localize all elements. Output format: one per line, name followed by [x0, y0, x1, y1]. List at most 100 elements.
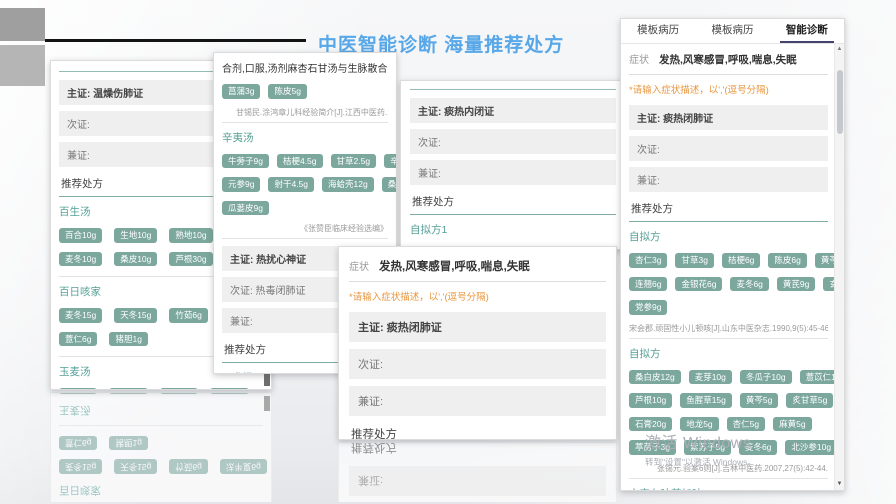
herb-button[interactable]: 黄芪9g [777, 277, 815, 292]
symptom-input[interactable]: 发热,风寒感冒,呼吸,喘息,失眠 [659, 54, 797, 66]
herb-row: 菖蒲3g 陈皮5g [222, 82, 388, 106]
reflection-front-window: 症状发热,风寒感冒,呼吸,喘息,失眠 *请输入症状描述，以','(逗号分隔) 主… [338, 442, 617, 502]
citation-text: 甘锡民.涂鸿章儿科经验简介[J].江西中医药.1994,25(3):146. [222, 107, 388, 118]
symptom-label: 症状 [629, 55, 649, 66]
herb-button[interactable]: 连翘6g [629, 277, 667, 292]
herb-button[interactable]: 石膏20g [629, 417, 672, 432]
secondary-syndrome-field: 次证: [410, 129, 616, 154]
herb-button[interactable]: 金银花6g [675, 277, 722, 292]
secondary-syndrome-field: 次证: [349, 349, 606, 379]
herb-button[interactable]: 麦冬10g [59, 252, 102, 267]
decor-black-line [45, 39, 306, 42]
input-hint-text: *请输入症状描述，以','(逗号分隔) [629, 82, 828, 96]
citation-text: 张锡元.验案6则[J].吉林中医药.2007,27(5):42-44. [629, 463, 828, 474]
recommend-heading: 推荐处方 [349, 423, 606, 440]
herb-button[interactable]: 麦冬6g [730, 277, 768, 292]
window-diagnosis-front: 症状发热,风寒感冒,呼吸,喘息,失眠 *请输入症状描述，以','(逗号分隔) 主… [338, 246, 617, 440]
herb-button[interactable]: 地龙5g [680, 417, 718, 432]
herb-button[interactable]: 麦冬3g [109, 388, 147, 390]
herb-button[interactable]: 瓜蒌皮9g [222, 201, 269, 216]
herb-button[interactable]: 党参9g [629, 300, 667, 315]
herb-button[interactable]: 杏仁5g [727, 417, 765, 432]
herb-button[interactable]: 百合10g [59, 228, 102, 243]
herb-button[interactable]: 天冬15g [114, 308, 157, 323]
prescription-name: 六安七味煎加味 [629, 486, 828, 492]
divider [410, 89, 616, 90]
herb-button[interactable]: 桑皮10g [114, 252, 157, 267]
herb-button[interactable]: 陈皮5g [268, 84, 306, 99]
herb-button[interactable]: 牛蒡子9g [222, 154, 269, 169]
scrollbar-thumb[interactable] [837, 70, 843, 134]
herb-button[interactable]: 炙甘草5g [786, 393, 833, 408]
secondary-syndrome-field: 次证: [629, 136, 828, 161]
herb-button[interactable]: 辛夷4.5g [384, 154, 397, 169]
symptom-row: 症状发热,风寒感冒,呼吸,喘息,失眠 [629, 48, 828, 75]
herb-button[interactable]: 玉竹6g [59, 388, 97, 390]
herb-button[interactable]: 北沙参10g [785, 440, 837, 455]
herb-button[interactable]: 麦冬15g [59, 308, 102, 323]
main-syndrome-field: 主证: 痰热闭肺证 [349, 312, 606, 342]
herb-row: 连翘6g金银花6g麦冬6g黄芪9g玄参9g [629, 275, 828, 299]
divider [222, 122, 388, 123]
concurrent-syndrome-field: 兼证: [349, 386, 606, 416]
concurrent-syndrome-field: 兼证: [410, 160, 616, 185]
herb-button[interactable]: 甘草2.5g [331, 154, 377, 169]
herb-button[interactable]: 葶苈子3g [629, 440, 676, 455]
tab-template-record-1[interactable]: 模板病历 [621, 19, 695, 43]
recommend-heading: 推荐处方 [410, 191, 616, 215]
herb-button[interactable]: 芦根30g [169, 252, 212, 267]
herb-row: 玉竹6g 麦冬3g 知母3g 黄连1g [59, 386, 263, 390]
herb-row: 元参9g射干4.5g海蛤壳12g桑白皮9g [222, 175, 388, 199]
herb-button[interactable]: 冬瓜子10g [740, 370, 792, 385]
tab-bar: 模板病历 模板病历 智能诊断 [621, 19, 844, 44]
herb-row: 牛蒡子9g桔梗4.5g甘草2.5g辛夷4.5g [222, 152, 388, 176]
tab-template-record-2[interactable]: 模板病历 [695, 19, 769, 43]
herb-button[interactable]: 麻黄5g [773, 417, 811, 432]
prescription-name: 辛夷汤 [222, 130, 388, 145]
herb-button[interactable]: 杏仁3g [629, 253, 667, 268]
diagnosis-content: 症状发热,风寒感冒,呼吸,喘息,失眠 *请输入症状描述，以','(逗号分隔) 主… [621, 44, 844, 491]
main-syndrome-field: 主证: 痰热内闭证 [410, 98, 616, 123]
herb-row: 杏仁3g甘草3g桔梗6g陈皮6g黄芩6g [629, 251, 828, 275]
herb-button[interactable]: 黄芩5g [740, 393, 778, 408]
symptom-label: 症状 [349, 262, 369, 273]
herb-button[interactable]: 桑白皮12g [629, 370, 681, 385]
divider [629, 478, 828, 479]
herb-button[interactable]: 海蛤壳12g [322, 177, 374, 192]
decor-gray-block-top [0, 8, 45, 41]
herb-button[interactable]: 桔梗4.5g [277, 154, 323, 169]
tab-smart-diagnosis[interactable]: 智能诊断 [770, 19, 844, 43]
input-hint-text: *请输入症状描述，以','(逗号分隔) [349, 289, 606, 303]
herb-button[interactable]: 鱼腥草15g [680, 393, 732, 408]
herb-button[interactable]: 元参9g [222, 177, 260, 192]
herb-button[interactable]: 桑白皮9g [382, 177, 397, 192]
herb-button[interactable]: 桔梗6g [722, 253, 760, 268]
herb-button[interactable]: 射干4.5g [268, 177, 314, 192]
herb-button[interactable]: 菖蒲3g [222, 84, 260, 99]
scrollbar-track[interactable]: ▲ ▼ [834, 44, 844, 490]
herb-button[interactable]: 猪胆1g [109, 332, 147, 347]
herb-button[interactable]: 麦芽10g [689, 370, 732, 385]
citation-text: 《张赞臣临床经验选编》 [222, 223, 388, 234]
window-smart-diagnosis: 模板病历 模板病历 智能诊断 症状发热,风寒感冒,呼吸,喘息,失眠 *请输入症状… [620, 18, 845, 491]
herb-button[interactable]: 竹茹6g [169, 308, 207, 323]
herb-button[interactable]: 紫苏子5g [684, 440, 731, 455]
slide-canvas: 中医智能诊断 海量推荐处方 主证: 温燥伤肺证 次证: 兼证: 推荐处方 百生汤… [0, 0, 896, 504]
scroll-down-icon[interactable]: ▼ [836, 481, 843, 487]
reflection-left-window: 主证: 温燥伤肺证 次证: 兼证: 推荐处方 百生汤 百合10g生地10g熟地1… [50, 392, 272, 502]
symptom-input[interactable]: 发热,风寒感冒,呼吸,喘息,失眠 [379, 261, 530, 273]
herb-button[interactable]: 芦根10g [629, 393, 672, 408]
herb-button[interactable]: 熟地10g [169, 228, 212, 243]
herb-button[interactable]: 甘草3g [675, 253, 713, 268]
herb-row: 芦根10g鱼腥草15g黄芩5g炙甘草5g [629, 391, 828, 415]
herb-button[interactable]: 黄连1g [210, 388, 248, 390]
herb-button[interactable]: 陈皮6g [768, 253, 806, 268]
window-prescription-left: 主证: 温燥伤肺证 次证: 兼证: 推荐处方 百生汤 百合10g生地10g熟地1… [50, 392, 272, 502]
herb-button[interactable]: 生地10g [114, 228, 157, 243]
herb-row: 桑白皮12g麦芽10g冬瓜子10g薏苡仁10g [629, 368, 828, 392]
herb-button[interactable]: 麦冬6g [739, 440, 777, 455]
herb-button[interactable]: 知母3g [160, 388, 198, 390]
herb-button[interactable]: 薏仁6g [59, 332, 97, 347]
herb-row: 瓜蒌皮9g [222, 199, 388, 223]
scroll-up-icon[interactable]: ▲ [836, 46, 843, 52]
